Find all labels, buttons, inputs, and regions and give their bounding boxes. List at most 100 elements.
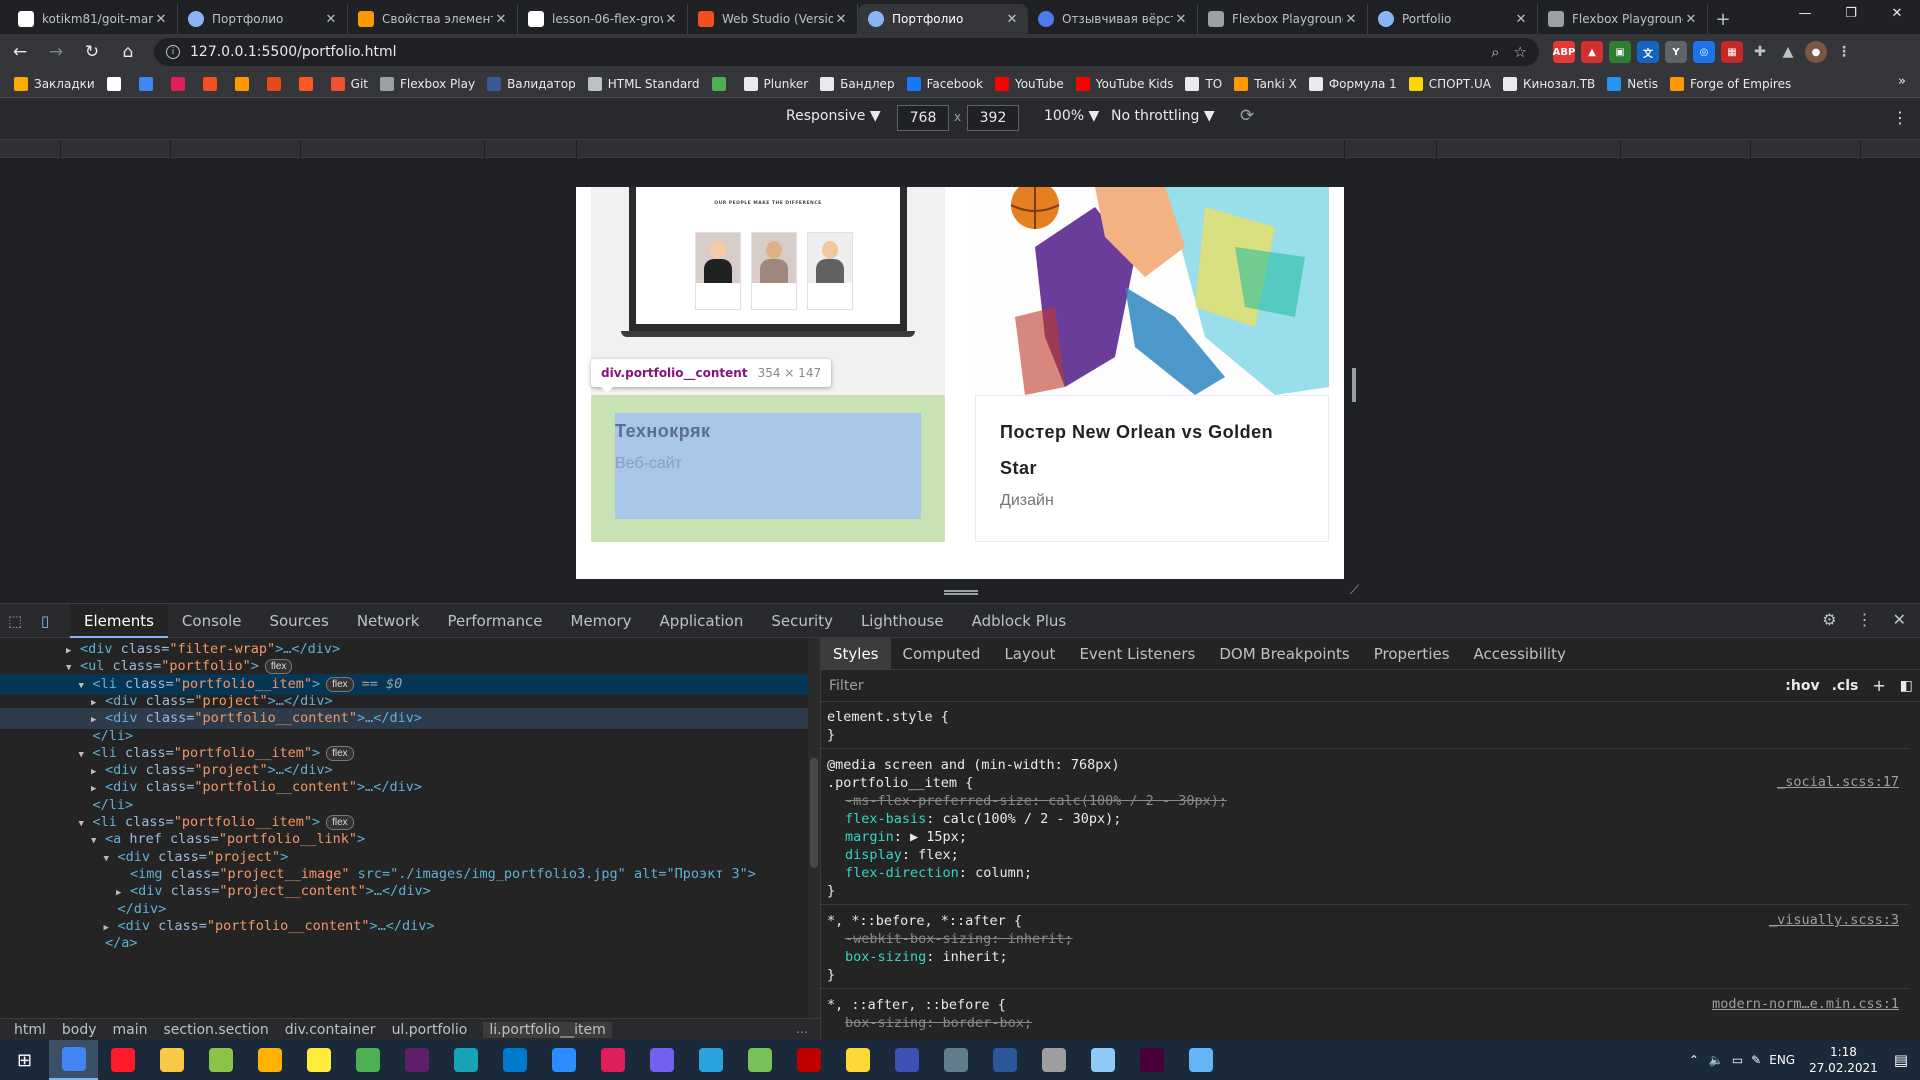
start-button[interactable]: ⊞ <box>0 1040 49 1080</box>
adblock-extension-icon[interactable]: ABP <box>1553 41 1575 63</box>
styles-tab-computed[interactable]: Computed <box>891 638 993 670</box>
vpn-extension-icon[interactable]: ◎ <box>1693 41 1715 63</box>
devtools-tab-network[interactable]: Network <box>343 604 434 638</box>
clock[interactable]: 1:18 27.02.2021 <box>1809 1044 1878 1076</box>
taskbar-app[interactable] <box>1078 1040 1127 1080</box>
devtools-tab-elements[interactable]: Elements <box>70 603 168 638</box>
devtools-tab-sources[interactable]: Sources <box>255 604 342 638</box>
bookmark-item[interactable]: Tanki X <box>1234 76 1297 91</box>
zoom-icon[interactable]: ⌕ <box>1491 43 1499 61</box>
menu-kebab-icon[interactable]: ⋮ <box>1833 41 1855 63</box>
bookmark-item[interactable]: YouTube <box>994 76 1064 91</box>
viewport-resize-handle-right[interactable] <box>1352 368 1356 402</box>
taskbar-app[interactable] <box>1176 1040 1225 1080</box>
portfolio-item[interactable]: Постер New Orlean vs Golden Star Дизайн <box>975 187 1329 543</box>
restore-button[interactable]: ❐ <box>1828 0 1874 30</box>
taskbar-app[interactable] <box>784 1040 833 1080</box>
flex-badge[interactable]: flex <box>326 815 354 830</box>
rule-selector[interactable]: .portfolio__item { <box>827 774 973 792</box>
browser-tab[interactable]: Портфолио ✕ <box>858 4 1028 34</box>
tab-close-icon[interactable]: ✕ <box>833 12 849 27</box>
taskbar-app[interactable] <box>392 1040 441 1080</box>
sheets-extension-icon[interactable]: ▣ <box>1609 41 1631 63</box>
taskbar-app[interactable] <box>1127 1040 1176 1080</box>
browser-tab[interactable]: lesson-06-flex-grow ✕ <box>518 4 688 34</box>
site-info-icon[interactable]: i <box>166 45 180 59</box>
devtools-tab-security[interactable]: Security <box>757 604 847 638</box>
taskbar-app[interactable] <box>294 1040 343 1080</box>
breadcrumb-item[interactable]: ul.portfolio <box>392 1022 468 1038</box>
taskbar-app[interactable] <box>441 1040 490 1080</box>
styles-tab-layout[interactable]: Layout <box>992 638 1067 670</box>
devtools-more-icon[interactable]: ⋮ <box>1857 610 1873 629</box>
taskbar-app[interactable] <box>196 1040 245 1080</box>
hover-state-toggle[interactable]: :hov <box>1785 678 1819 694</box>
taskbar-app[interactable] <box>931 1040 980 1080</box>
url-text[interactable]: 127.0.0.1:5500/portfolio.html <box>190 44 1477 60</box>
breadcrumb-item[interactable]: div.container <box>285 1022 376 1038</box>
portfolio-content[interactable]: Технокряк Веб-сайт <box>591 395 945 542</box>
bookmark-item[interactable]: HTML Standard <box>587 76 700 91</box>
tab-close-icon[interactable]: ✕ <box>1683 12 1699 27</box>
bookmarks-overflow-icon[interactable]: » <box>1898 74 1906 89</box>
styles-tab-properties[interactable]: Properties <box>1362 638 1462 670</box>
rule-selector[interactable]: *, ::after, ::before { <box>827 996 1006 1014</box>
devtools-close-icon[interactable]: ✕ <box>1893 610 1906 629</box>
back-icon[interactable]: ← <box>4 36 36 68</box>
breadcrumb-item[interactable]: section.section <box>164 1022 269 1038</box>
portfolio-content[interactable]: Постер New Orlean vs Golden Star Дизайн <box>975 395 1329 542</box>
css-property[interactable]: flex-direction: column; <box>845 864 1032 882</box>
css-property[interactable]: flex-basis: calc(100% / 2 - 30px); <box>845 810 1121 828</box>
browser-tab[interactable]: Портфолио ✕ <box>178 4 348 34</box>
taskbar-app[interactable] <box>490 1040 539 1080</box>
bookmark-item[interactable]: Формула 1 <box>1308 76 1397 91</box>
taskbar-app[interactable] <box>539 1040 588 1080</box>
css-property[interactable]: box-sizing: border-box; <box>845 1014 1032 1032</box>
bookmark-item[interactable]: Netis <box>1607 76 1658 91</box>
browser-tab[interactable]: kotikm81/goit-mar ✕ <box>8 4 178 34</box>
bookmark-item[interactable]: Кинозал.ТВ <box>1503 76 1595 91</box>
styles-tab-dom-breakpoints[interactable]: DOM Breakpoints <box>1207 638 1361 670</box>
new-tab-button[interactable]: + <box>1708 4 1738 34</box>
bookmark-item[interactable]: Закладки <box>14 76 95 91</box>
bookmark-item[interactable]: Бандлер <box>820 76 895 91</box>
devtools-tab-performance[interactable]: Performance <box>433 604 556 638</box>
browser-tab[interactable]: Portfolio ✕ <box>1368 4 1538 34</box>
settings-gear-icon[interactable]: ⚙ <box>1822 610 1836 629</box>
bookmark-item[interactable] <box>138 76 159 91</box>
tab-close-icon[interactable]: ✕ <box>1004 12 1020 27</box>
breadcrumb-more-icon[interactable]: … <box>796 1022 808 1036</box>
breadcrumb-item[interactable]: body <box>62 1022 97 1038</box>
notifications-icon[interactable]: ▤ <box>1894 1051 1908 1069</box>
bookmark-item[interactable] <box>711 76 732 91</box>
styles-tab-styles[interactable]: Styles <box>821 637 891 670</box>
taskbar-app[interactable] <box>49 1040 98 1080</box>
inspect-element-icon[interactable]: ⬚ <box>0 612 30 630</box>
bookmark-item[interactable]: Plunker <box>743 76 808 91</box>
address-bar[interactable]: i 127.0.0.1:5500/portfolio.html ⌕ ☆ <box>154 38 1539 66</box>
taskbar-app[interactable] <box>147 1040 196 1080</box>
rule-source-link[interactable]: _visually.scss:3 <box>1769 912 1899 928</box>
taskbar-app[interactable] <box>686 1040 735 1080</box>
minimize-button[interactable]: — <box>1782 0 1828 30</box>
bookmark-item[interactable] <box>170 76 191 91</box>
bookmark-item[interactable]: Facebook <box>906 76 983 91</box>
css-property[interactable]: margin: ▶ 15px; <box>845 828 967 846</box>
bookmark-item[interactable]: Git <box>330 76 368 91</box>
home-icon[interactable]: ⌂ <box>112 36 144 68</box>
taskbar-app[interactable] <box>735 1040 784 1080</box>
tab-close-icon[interactable]: ✕ <box>1513 12 1529 27</box>
styles-filter-input[interactable]: Filter <box>829 678 1785 694</box>
device-mode-select[interactable]: Responsive ▼ <box>786 108 881 124</box>
project-image-basketball[interactable] <box>975 187 1329 395</box>
flex-badge[interactable]: flex <box>326 676 354 692</box>
tray-expand-icon[interactable]: ⌃ <box>1689 1053 1699 1067</box>
devtools-tab-application[interactable]: Application <box>646 604 758 638</box>
viewport-resize-handle-bottom[interactable] <box>944 590 978 595</box>
viewport-height-input[interactable]: 392 <box>967 105 1019 131</box>
yandex-extension-icon[interactable]: Y <box>1665 41 1687 63</box>
pen-icon[interactable]: ✎ <box>1751 1053 1761 1067</box>
pin-icon[interactable]: ▲ <box>1777 41 1799 63</box>
media-query-ruler[interactable] <box>0 140 1920 158</box>
pdf-extension-icon[interactable]: ▲ <box>1581 41 1603 63</box>
